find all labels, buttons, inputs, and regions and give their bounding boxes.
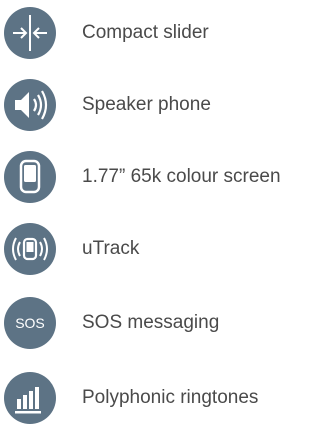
feature-label: 1.77” 65k colour screen xyxy=(82,166,281,187)
compact-slider-icon xyxy=(4,7,56,59)
feature-utrack: uTrack xyxy=(0,219,320,279)
sos-icon: SOS xyxy=(4,297,56,349)
feature-compact-slider: Compact slider xyxy=(0,3,320,63)
feature-sos-messaging: SOS SOS messaging xyxy=(0,293,320,353)
feature-list: Compact slider Speaker phone 1.77” 65k c… xyxy=(0,0,320,433)
phone-screen-icon xyxy=(4,151,56,203)
ringtone-bars-icon xyxy=(4,372,56,424)
sos-icon-text: SOS xyxy=(15,315,45,331)
feature-label: Compact slider xyxy=(82,22,209,43)
feature-label: Polyphonic ringtones xyxy=(82,387,259,408)
feature-polyphonic-ringtones: Polyphonic ringtones xyxy=(0,368,320,428)
feature-colour-screen: 1.77” 65k colour screen xyxy=(0,147,320,207)
feature-speaker-phone: Speaker phone xyxy=(0,75,320,135)
feature-label: SOS messaging xyxy=(82,312,220,333)
speaker-icon xyxy=(4,79,56,131)
feature-label: Speaker phone xyxy=(82,94,211,115)
feature-label: uTrack xyxy=(82,238,140,259)
utrack-icon xyxy=(4,223,56,275)
